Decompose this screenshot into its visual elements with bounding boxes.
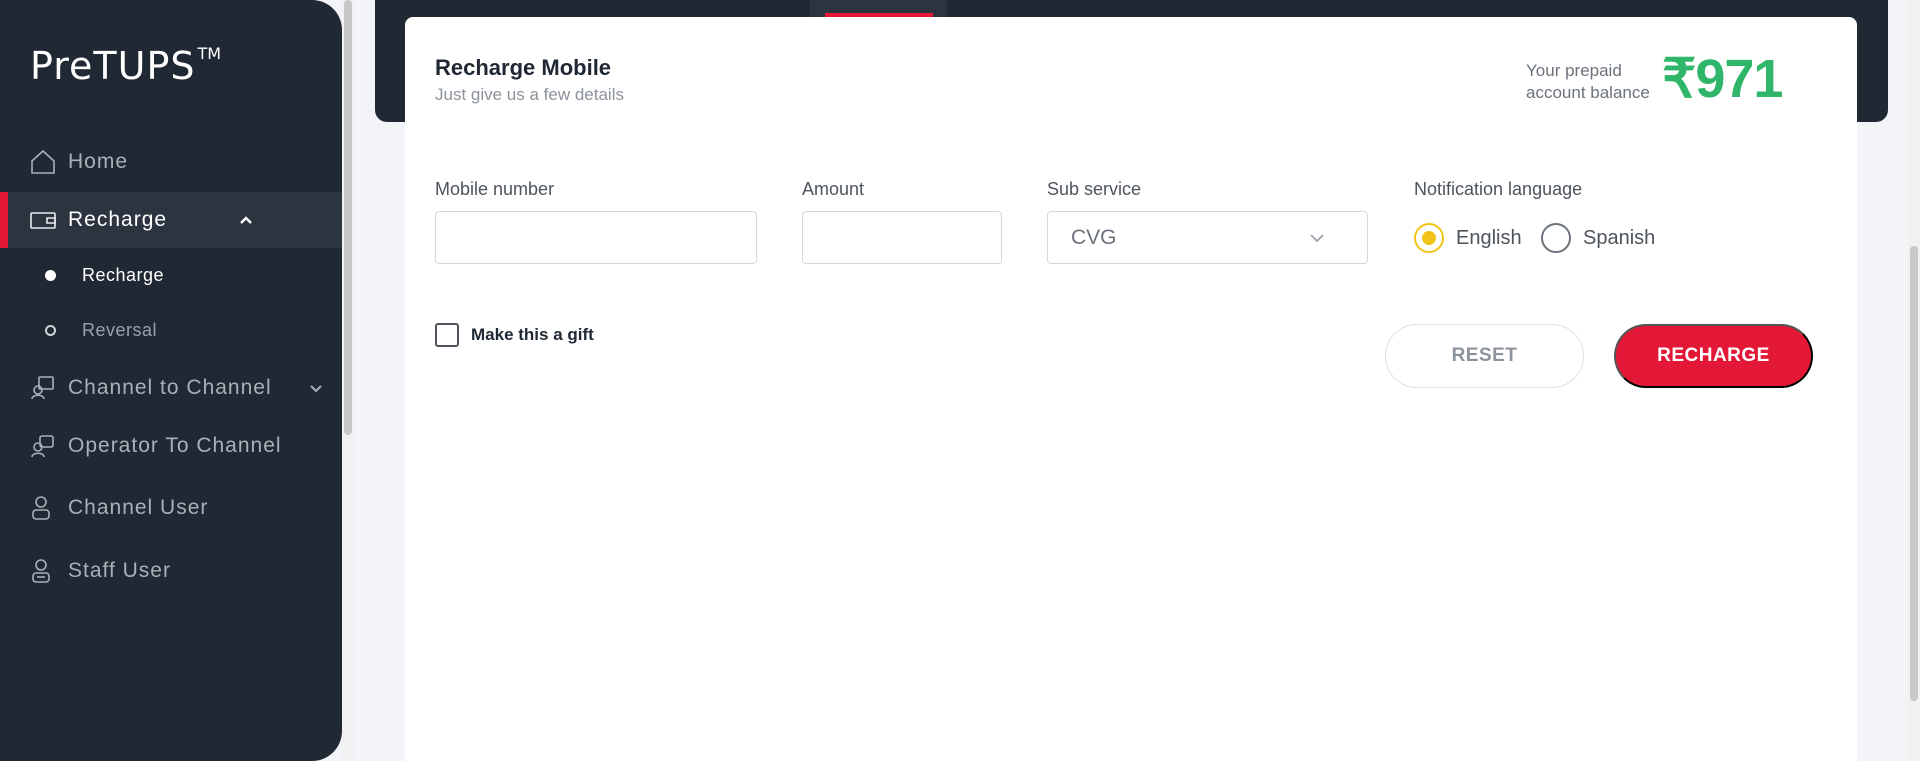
sidebar-subitem-label: Recharge [82,264,165,285]
chevron-down-icon[interactable] [306,378,326,398]
balance-label: Your prepaid account balance [1526,61,1650,102]
page-title: Recharge Mobile [435,55,612,80]
sidebar-item-label: Operator To Channel [68,434,282,457]
page-subtitle: Just give us a few details [435,85,624,104]
mobile-number-label: Mobile number [435,179,555,199]
bullet-hollow-icon [45,324,56,336]
staff-user-icon [28,556,58,586]
sidebar-item-recharge[interactable]: Recharge [0,192,342,248]
operator-transfer-icon [28,431,58,461]
recharge-card: Recharge Mobile Just give us a few detai… [405,17,1857,761]
sidebar-subitem-recharge[interactable]: Recharge [0,255,342,295]
sub-service-select[interactable]: CVG [1047,211,1368,264]
radio-spanish[interactable]: Spanish [1541,223,1655,253]
radio-empty-icon [1541,223,1571,253]
sidebar-item-staff-user[interactable]: Staff User [0,543,342,599]
sidebar-subitem-label: Reversal [82,319,158,340]
logo-trademark: TM [197,44,222,64]
sub-service-value: CVG [1071,225,1117,249]
recharge-button[interactable]: RECHARGE [1614,324,1813,388]
sidebar-item-home[interactable]: Home [0,134,342,190]
user-icon [28,493,58,523]
chevron-down-icon [1310,234,1324,243]
sidebar: PreTUPS TM Home Recharge Recharge Reversa… [0,0,342,761]
chevron-up-icon[interactable] [236,210,256,230]
app-logo[interactable]: PreTUPS TM [30,44,221,88]
radio-label: English [1456,226,1522,249]
sidebar-subitem-reversal[interactable]: Reversal [0,310,342,350]
make-gift-checkbox[interactable]: Make this a gift [435,323,594,347]
home-icon [28,147,58,177]
notification-language-label: Notification language [1414,179,1583,199]
wallet-icon [28,205,58,235]
sub-service-label: Sub service [1047,179,1142,199]
make-gift-label: Make this a gift [471,325,594,344]
logo-text: PreTUPS [30,44,196,88]
sidebar-item-operator-to-channel[interactable]: Operator To Channel [0,418,342,474]
channel-transfer-icon [28,373,58,403]
radio-english[interactable]: English [1414,223,1522,253]
active-tab-indicator[interactable] [810,0,947,17]
sidebar-item-label: Recharge [68,208,168,231]
balance-value: ₹971 [1662,49,1783,109]
sidebar-scrollbar-thumb[interactable] [344,0,352,435]
radio-label: Spanish [1583,226,1656,249]
sidebar-item-channel-user[interactable]: Channel User [0,480,342,536]
sidebar-item-channel-to-channel[interactable]: Channel to Channel [0,360,342,416]
amount-label: Amount [802,179,865,199]
amount-input[interactable] [802,211,1002,264]
bullet-filled-icon [45,269,56,281]
sidebar-item-label: Channel to Channel [68,376,272,399]
page-scrollbar-thumb[interactable] [1910,246,1918,701]
mobile-number-input[interactable] [435,211,757,264]
sidebar-item-label: Staff User [68,559,171,582]
radio-selected-icon [1414,223,1444,253]
reset-button[interactable]: RESET [1385,324,1584,388]
sidebar-item-label: Home [68,150,129,173]
checkbox-empty-icon [435,323,459,347]
sidebar-item-label: Channel User [68,496,209,519]
